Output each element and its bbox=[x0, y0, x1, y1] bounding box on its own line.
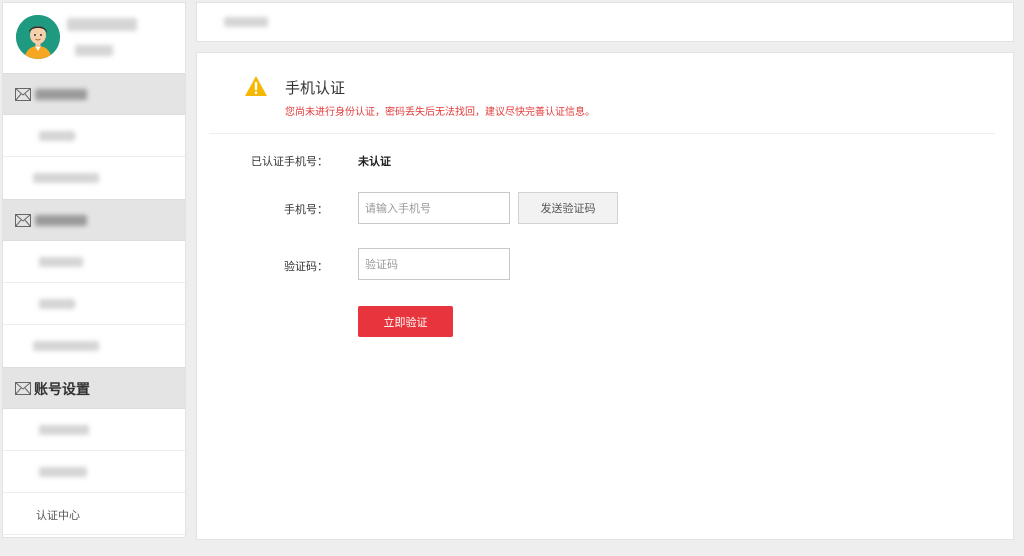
code-label: 验证码： bbox=[284, 260, 328, 273]
sidebar-item[interactable] bbox=[3, 409, 185, 451]
verified-phone-value: 未认证 bbox=[358, 155, 391, 168]
redacted-item-label bbox=[33, 341, 99, 351]
sidebar-group-account-settings[interactable]: 账号设置 bbox=[3, 367, 185, 409]
redacted-group-label bbox=[35, 89, 87, 100]
verification-notice: 您尚未进行身份认证，密码丢失后无法找回，建议尽快完善认证信息。 bbox=[285, 107, 595, 118]
breadcrumb-bar bbox=[196, 2, 1014, 42]
warning-triangle-icon bbox=[245, 76, 267, 96]
sidebar-group-2[interactable] bbox=[3, 199, 185, 241]
send-code-button[interactable]: 发送验证码 bbox=[518, 192, 618, 224]
user-avatar-icon[interactable] bbox=[16, 15, 60, 59]
redacted-item-label bbox=[39, 425, 89, 435]
envelope-icon bbox=[15, 382, 31, 395]
user-profile bbox=[3, 3, 185, 73]
sidebar-group-label: 账号设置 bbox=[34, 382, 90, 398]
sidebar-item[interactable] bbox=[3, 283, 185, 325]
redacted-item-label bbox=[39, 467, 87, 477]
sidebar-item[interactable] bbox=[3, 115, 185, 157]
sidebar-item-auth-center[interactable]: 认证中心 bbox=[3, 493, 185, 535]
envelope-icon bbox=[15, 214, 31, 227]
sidebar-item[interactable] bbox=[3, 325, 185, 367]
envelope-icon bbox=[15, 88, 31, 101]
redacted-item-label bbox=[39, 299, 75, 309]
sidebar-item-label: 认证中心 bbox=[36, 509, 80, 522]
redacted-username bbox=[67, 18, 137, 31]
sidebar: 账号设置 认证中心 bbox=[2, 2, 186, 538]
phone-label: 手机号： bbox=[284, 203, 328, 216]
redacted-user-info bbox=[75, 45, 113, 56]
verified-phone-label: 已认证手机号： bbox=[251, 155, 328, 168]
redacted-breadcrumb bbox=[224, 17, 268, 27]
redacted-item-label bbox=[39, 257, 83, 267]
code-input[interactable] bbox=[358, 248, 510, 280]
redacted-item-label bbox=[33, 173, 99, 183]
page-title: 手机认证 bbox=[285, 79, 346, 97]
sidebar-group-1[interactable] bbox=[3, 73, 185, 115]
sidebar-item[interactable] bbox=[3, 157, 185, 199]
sidebar-item[interactable] bbox=[3, 241, 185, 283]
divider bbox=[209, 133, 995, 134]
phone-verification-panel: 手机认证 您尚未进行身份认证，密码丢失后无法找回，建议尽快完善认证信息。 已认证… bbox=[196, 52, 1014, 540]
verify-now-button[interactable]: 立即验证 bbox=[358, 306, 453, 337]
phone-input[interactable] bbox=[358, 192, 510, 224]
redacted-item-label bbox=[39, 131, 75, 141]
redacted-group-label bbox=[35, 215, 87, 226]
sidebar-item[interactable] bbox=[3, 451, 185, 493]
